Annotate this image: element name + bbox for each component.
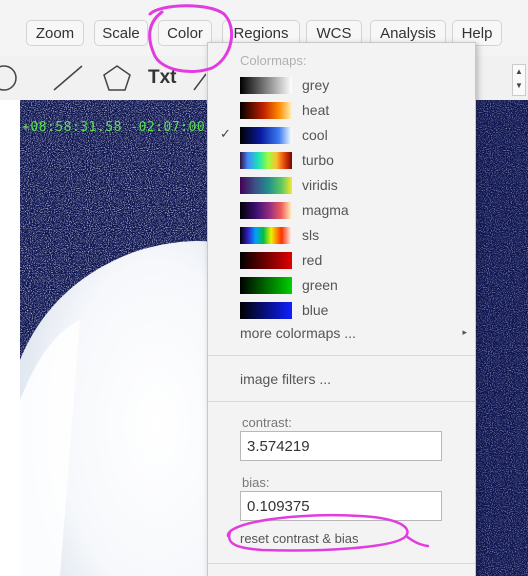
heat-colormap-swatch [240,102,292,119]
colormap-item-heat[interactable]: heat [208,98,475,123]
image-filters-item[interactable]: image filters ... [240,371,331,387]
menu-divider [208,355,475,356]
colormap-label: green [302,277,338,293]
reset-contrast-bias-item[interactable]: reset contrast & bias [240,531,359,546]
line-region-icon[interactable] [48,62,88,94]
colormap-label: heat [302,102,330,118]
bias-input[interactable] [240,491,442,521]
colormap-label: magma [302,202,349,218]
menu-zoom[interactable]: Zoom [26,20,84,46]
colormap-label: grey [302,77,330,93]
colormap-item-sls[interactable]: sls [208,223,475,248]
colormap-item-cool[interactable]: ✓ cool [208,123,475,148]
colormaps-header: Colormaps: [240,53,307,68]
viridis-colormap-swatch [240,177,292,194]
checkmark-icon: ✓ [220,126,231,141]
cool-colormap-swatch [240,127,292,144]
sls-colormap-swatch [240,227,292,244]
more-colormaps-item[interactable]: more colormaps ... [240,325,356,341]
grey-colormap-swatch [240,77,292,94]
colormap-item-viridis[interactable]: viridis [208,173,475,198]
submenu-arrow-icon: ▸ [462,327,467,337]
polygon-region-icon[interactable] [100,62,136,94]
toolbar-stepper[interactable]: ▲ ▼ [512,64,526,96]
colormap-label: sls [302,227,320,243]
contrast-label: contrast: [242,415,292,430]
text-region-tool[interactable]: Txt [148,67,177,89]
bias-label: bias: [242,475,270,490]
colormap-item-grey[interactable]: grey [208,73,475,98]
magma-colormap-swatch [240,202,292,219]
blue-colormap-swatch [240,302,292,319]
colormap-item-green[interactable]: green [208,273,475,298]
colormap-item-red[interactable]: red [208,248,475,273]
coordinate-readout: +08:58:31.58 -02:07:00 [22,120,206,135]
green-colormap-swatch [240,277,292,294]
arrow-region-icon[interactable] [190,62,206,94]
colormap-item-magma[interactable]: magma [208,198,475,223]
red-colormap-swatch [240,252,292,269]
colormap-label: turbo [302,152,334,168]
colormap-item-blue[interactable]: blue [208,298,475,323]
menu-divider [208,563,475,564]
colormap-label: red [302,252,323,268]
menu-divider [208,401,475,402]
colormap-label: viridis [302,177,338,193]
colormap-item-turbo[interactable]: turbo [208,148,475,173]
stepper-down-icon[interactable]: ▼ [513,79,525,93]
color-dropdown-menu: Colormaps: grey heat ✓ cool turbo viridi… [207,42,476,576]
menu-color[interactable]: Color [158,20,212,46]
colormap-label: cool [302,127,328,143]
stepper-up-icon[interactable]: ▲ [513,65,525,79]
circle-region-icon[interactable] [0,62,26,94]
menu-scale[interactable]: Scale [94,20,148,46]
colormap-label: blue [302,302,329,318]
contrast-input[interactable] [240,431,442,461]
turbo-colormap-swatch [240,152,292,169]
